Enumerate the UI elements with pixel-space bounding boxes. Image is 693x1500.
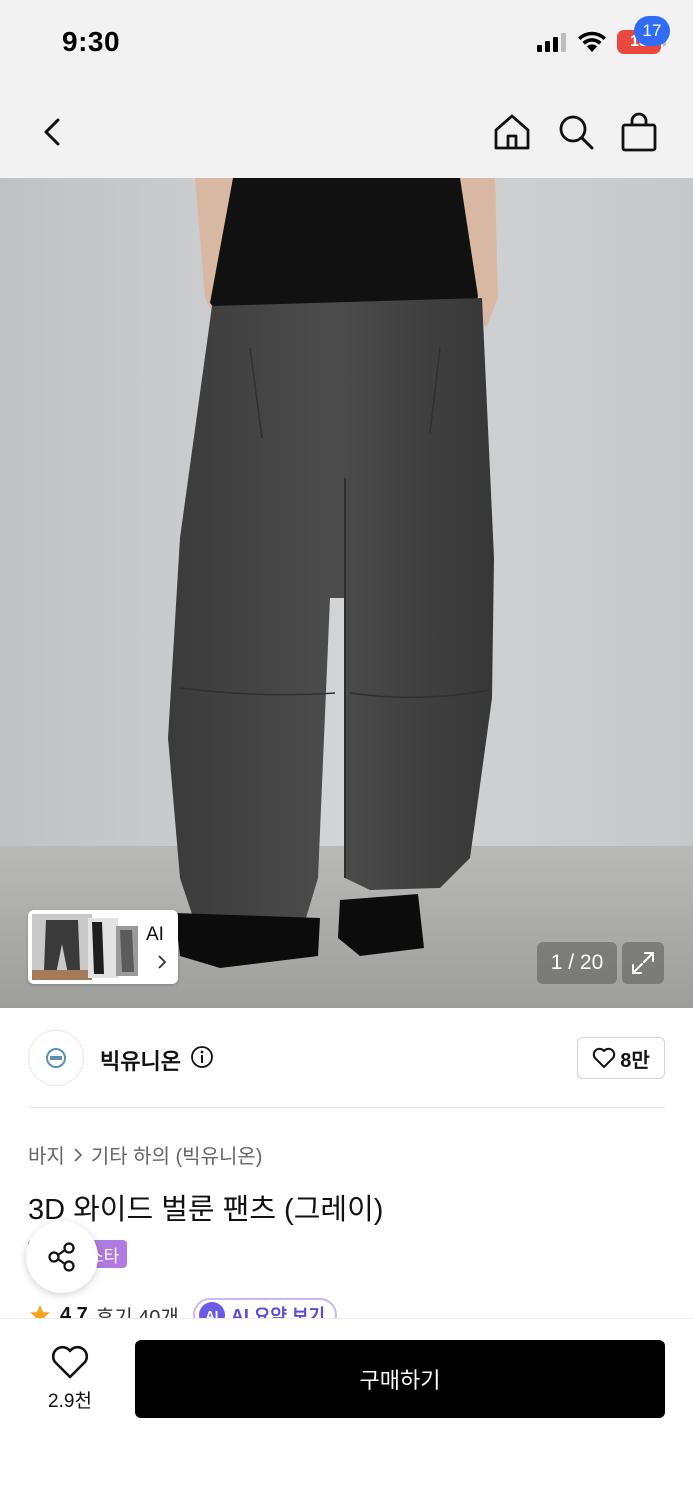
share-button[interactable] — [26, 1221, 98, 1293]
chevron-right-icon — [158, 955, 167, 969]
breadcrumb-subcategory[interactable]: 기타 하의 (빅유니온) — [91, 1140, 263, 1169]
ai-label: AI — [146, 924, 164, 945]
info-icon[interactable] — [190, 1045, 214, 1069]
product-photo — [0, 178, 693, 1008]
buy-button[interactable]: 구매하기 — [135, 1340, 665, 1418]
wifi-icon — [578, 31, 606, 52]
brand-logo-mark — [46, 1048, 66, 1068]
breadcrumb: 바지 기타 하의 (빅유니온) — [28, 1140, 262, 1169]
signal-icon — [537, 33, 566, 52]
status-time: 9:30 — [62, 26, 121, 57]
product-image[interactable] — [0, 178, 693, 1008]
back-icon[interactable] — [34, 112, 74, 152]
home-icon[interactable] — [490, 110, 534, 154]
brand-like-button[interactable]: 8만 — [577, 1037, 665, 1079]
ai-thumbnails — [32, 914, 138, 980]
status-bar: 9:30 13 — [0, 0, 693, 88]
cart-icon[interactable] — [618, 110, 662, 154]
brand-like-count: 8만 — [620, 1049, 650, 1072]
product-title: 3D 와이드 벌룬 팬츠 (그레이) — [28, 1194, 384, 1226]
divider — [28, 1107, 665, 1108]
cart-badge: 17 — [634, 16, 670, 46]
share-icon — [48, 1242, 75, 1272]
breadcrumb-category[interactable]: 바지 — [28, 1140, 65, 1169]
search-icon[interactable] — [554, 110, 598, 154]
brand-logo[interactable] — [28, 1030, 84, 1086]
heart-icon[interactable] — [50, 1344, 90, 1380]
expand-button[interactable] — [622, 942, 664, 984]
image-page-counter: 1 / 20 — [537, 942, 617, 984]
wish-count: 2.9천 — [48, 1391, 92, 1412]
chevron-right-icon — [74, 1147, 82, 1162]
brand-name[interactable]: 빅유니온 — [100, 1044, 181, 1076]
top-nav — [0, 88, 693, 178]
expand-icon — [632, 952, 654, 974]
ai-fitting-card[interactable]: AI — [28, 910, 178, 984]
heart-icon — [593, 1047, 616, 1068]
